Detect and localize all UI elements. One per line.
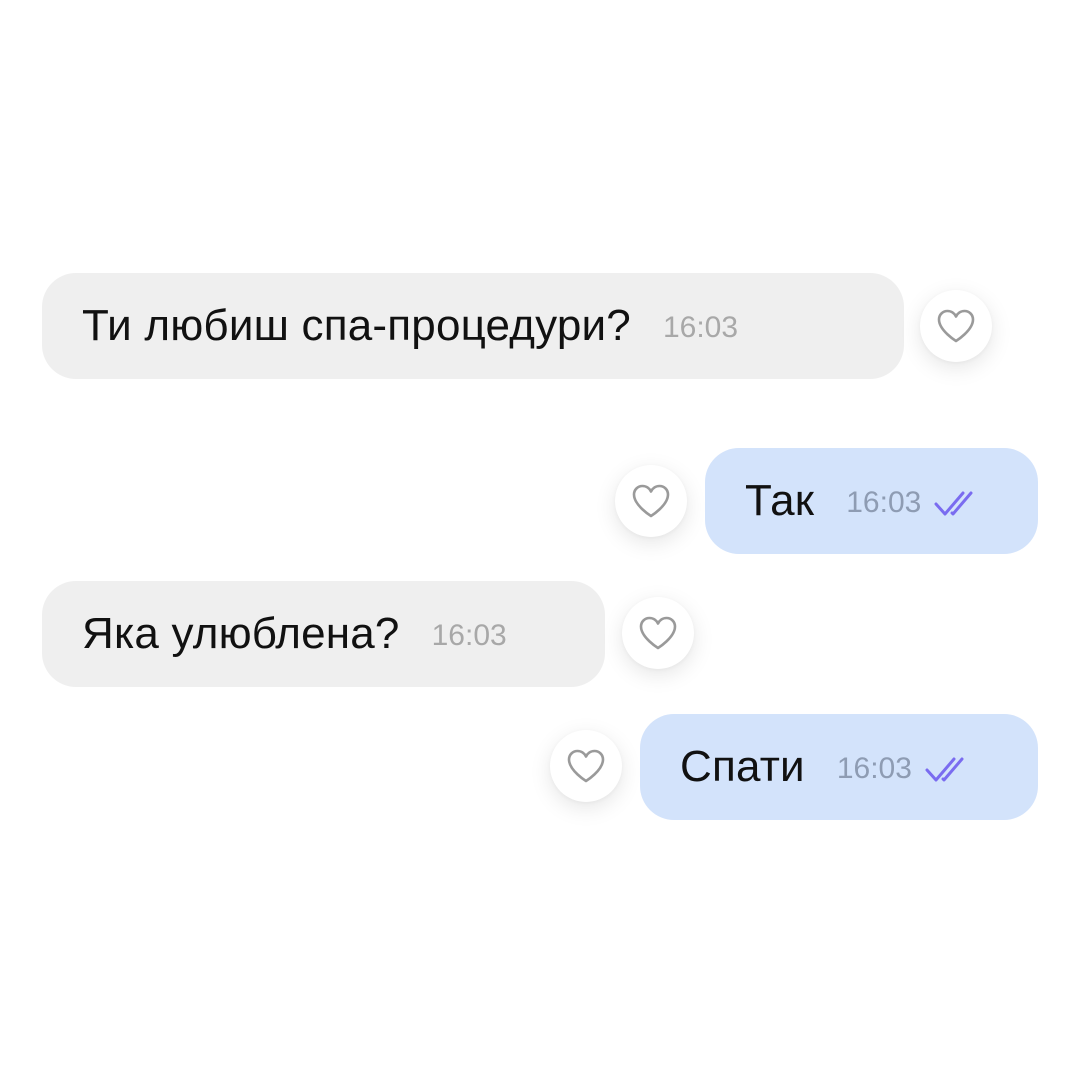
heart-outline-icon: [937, 309, 975, 343]
heart-outline-icon: [639, 616, 677, 650]
like-button[interactable]: [615, 465, 687, 537]
message-time: 16:03: [431, 619, 507, 652]
message-bubble-incoming[interactable]: Яка улюблена? 16:03: [42, 581, 605, 687]
message-text: Ти любиш спа-процедури?: [82, 301, 631, 350]
message-text: Яка улюблена?: [82, 609, 400, 658]
chat-thread: Ти любиш спа-процедури? 16:03 Так 16:03 …: [0, 0, 1080, 1080]
like-button[interactable]: [550, 730, 622, 802]
double-check-icon: [925, 757, 964, 782]
double-check-icon: [934, 491, 973, 516]
like-button[interactable]: [920, 290, 992, 362]
message-bubble-incoming[interactable]: Ти любиш спа-процедури? 16:03: [42, 273, 904, 379]
heart-outline-icon: [632, 484, 670, 518]
message-text: Так: [745, 476, 815, 525]
message-bubble-outgoing[interactable]: Так 16:03: [705, 448, 1038, 554]
like-button[interactable]: [622, 597, 694, 669]
message-time: 16:03: [662, 311, 739, 344]
heart-outline-icon: [567, 749, 605, 783]
message-time: 16:03: [836, 752, 912, 785]
message-text: Спати: [680, 742, 805, 791]
message-bubble-outgoing[interactable]: Спати 16:03: [640, 714, 1038, 820]
message-time: 16:03: [846, 486, 922, 519]
